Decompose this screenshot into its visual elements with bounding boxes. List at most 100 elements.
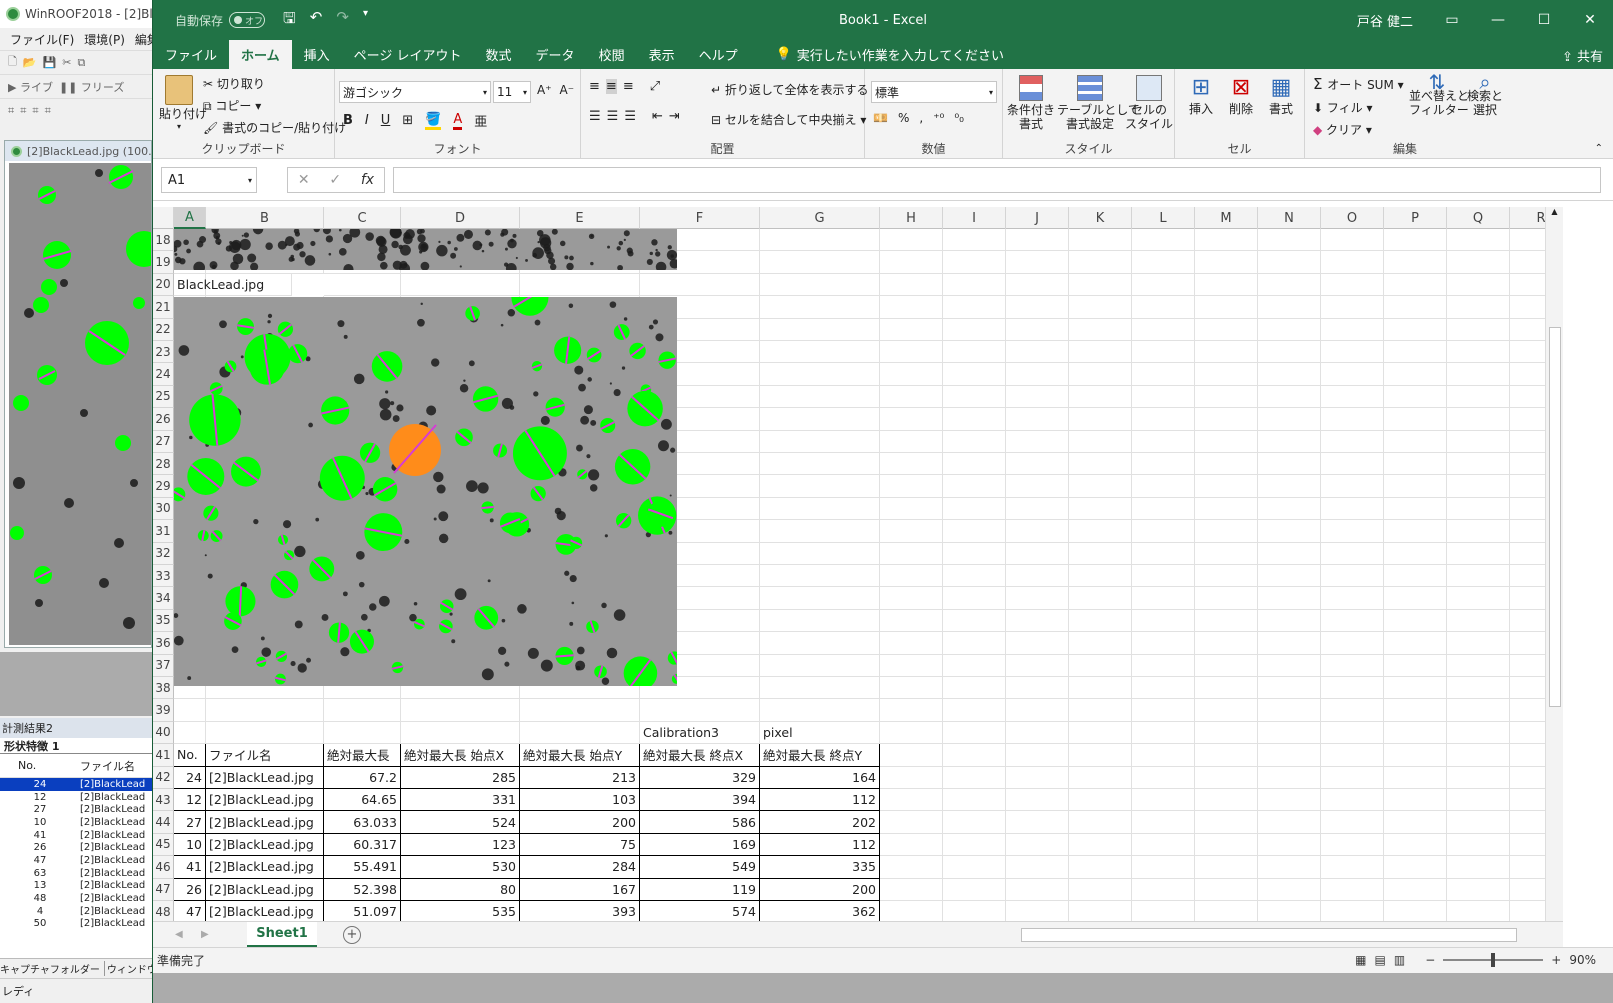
prev-sheet-icon[interactable]: ◀ [175, 929, 183, 940]
cell[interactable] [1258, 587, 1321, 610]
row-header[interactable]: 41 [153, 744, 174, 767]
cell[interactable] [1258, 833, 1321, 857]
cell[interactable] [943, 789, 1006, 812]
cell[interactable] [1069, 901, 1132, 921]
cell[interactable] [943, 901, 1006, 921]
cell[interactable] [1069, 766, 1132, 789]
cell[interactable] [1321, 318, 1384, 341]
cell[interactable] [943, 699, 1006, 722]
row-header[interactable]: 42 [153, 766, 174, 789]
cell[interactable] [943, 587, 1006, 610]
cell[interactable] [943, 744, 1006, 767]
cell[interactable] [1258, 789, 1321, 812]
open-folder-icon[interactable]: 📂 [23, 56, 37, 69]
cell[interactable] [1195, 789, 1258, 812]
table-cell[interactable]: [2]BlackLead.jpg [206, 789, 324, 812]
cell[interactable] [1195, 453, 1258, 476]
cell[interactable] [1447, 475, 1510, 498]
cell[interactable] [401, 721, 520, 745]
table-cell[interactable]: 549 [640, 856, 760, 879]
cell[interactable] [1006, 273, 1069, 297]
table-cell[interactable]: 55.491 [324, 856, 401, 879]
enter-icon[interactable]: ✓ [329, 172, 341, 188]
winroof-particle-image[interactable] [9, 163, 151, 645]
cell[interactable] [1510, 319, 1545, 341]
cell[interactable] [1447, 699, 1510, 722]
results-row[interactable]: 26 [2]BlackLead [0, 841, 152, 854]
cell[interactable] [1006, 453, 1069, 476]
cell[interactable] [1132, 497, 1195, 521]
cell[interactable] [760, 341, 880, 364]
redo-icon[interactable]: ↷ [336, 8, 349, 33]
cell[interactable] [1132, 744, 1195, 767]
row-header[interactable]: 38 [153, 677, 174, 700]
cell[interactable] [1258, 565, 1321, 588]
row-header[interactable]: 44 [153, 811, 174, 834]
cell[interactable] [880, 677, 943, 700]
cell[interactable] [1195, 430, 1258, 453]
cell[interactable] [1006, 811, 1069, 834]
cell[interactable] [1447, 520, 1510, 543]
cell[interactable] [1006, 587, 1069, 610]
cell[interactable] [1258, 901, 1321, 921]
merge-center-button[interactable]: ⊟ セルを結合して中央揃え ▾ [711, 111, 866, 128]
tab-page-layout[interactable]: ページ レイアウト [342, 40, 474, 69]
cell[interactable] [324, 699, 401, 722]
font-name-select[interactable]: 游ゴシック ▾ [339, 81, 491, 103]
cell[interactable] [880, 744, 943, 767]
cell[interactable] [520, 699, 640, 722]
cell[interactable] [1384, 229, 1447, 252]
cell[interactable] [1069, 497, 1132, 521]
cell[interactable] [943, 856, 1006, 879]
cell[interactable] [1069, 385, 1132, 409]
table-cell[interactable]: 202 [760, 811, 880, 834]
cancel-icon[interactable]: ✕ [298, 172, 310, 188]
cell[interactable] [1510, 251, 1545, 274]
cell[interactable] [1510, 520, 1545, 543]
cell[interactable] [943, 363, 1006, 386]
results-row[interactable]: 27 [2]BlackLead [0, 803, 152, 816]
collapse-ribbon-icon[interactable]: ⌃ [1595, 143, 1603, 154]
cell[interactable] [1258, 542, 1321, 565]
results-row[interactable]: 63 [2]BlackLead [0, 867, 152, 880]
cell[interactable] [1258, 878, 1321, 901]
results-tab-shape[interactable]: 形状特徴 1 [0, 738, 152, 754]
cell[interactable] [943, 385, 1006, 409]
cell[interactable] [1447, 744, 1510, 767]
cell[interactable] [1447, 497, 1510, 521]
column-header-d[interactable]: D [401, 207, 520, 229]
cell[interactable] [1006, 341, 1069, 364]
cell[interactable] [1195, 385, 1258, 409]
shrink-font-icon[interactable]: A⁻ [560, 83, 575, 97]
cell[interactable] [880, 542, 943, 565]
cell[interactable] [1384, 833, 1447, 857]
table-cell[interactable]: 63.033 [324, 811, 401, 834]
autosave-control[interactable]: 自動保存 オフ [175, 12, 266, 29]
cell[interactable] [1069, 677, 1132, 700]
cell[interactable] [1510, 834, 1545, 857]
cell[interactable] [1384, 811, 1447, 834]
cell[interactable] [1006, 609, 1069, 633]
copy-icon[interactable]: ⧉ [77, 56, 85, 70]
table-cell[interactable]: [2]BlackLead.jpg [206, 811, 324, 834]
cell[interactable] [1195, 609, 1258, 633]
cell[interactable] [880, 318, 943, 341]
cell[interactable] [880, 587, 943, 610]
row-header[interactable]: 30 [153, 497, 174, 521]
cell[interactable] [1384, 497, 1447, 521]
cell[interactable] [1258, 520, 1321, 543]
cell[interactable] [760, 430, 880, 453]
live-button[interactable]: ▶ ライブ [8, 79, 53, 95]
cell[interactable] [880, 453, 943, 476]
format-painter-button[interactable]: 🖌 書式のコピー/貼り付け [203, 119, 346, 136]
cell[interactable] [1132, 318, 1195, 341]
cell[interactable] [880, 475, 943, 498]
cell[interactable] [1006, 363, 1069, 386]
cell[interactable] [760, 632, 880, 655]
cell[interactable] [1510, 453, 1545, 476]
cell[interactable] [174, 699, 206, 722]
row-header[interactable]: 35 [153, 609, 174, 633]
column-header-o[interactable]: O [1321, 207, 1384, 229]
cell[interactable] [1510, 498, 1545, 521]
tab-view[interactable]: 表示 [637, 40, 687, 69]
